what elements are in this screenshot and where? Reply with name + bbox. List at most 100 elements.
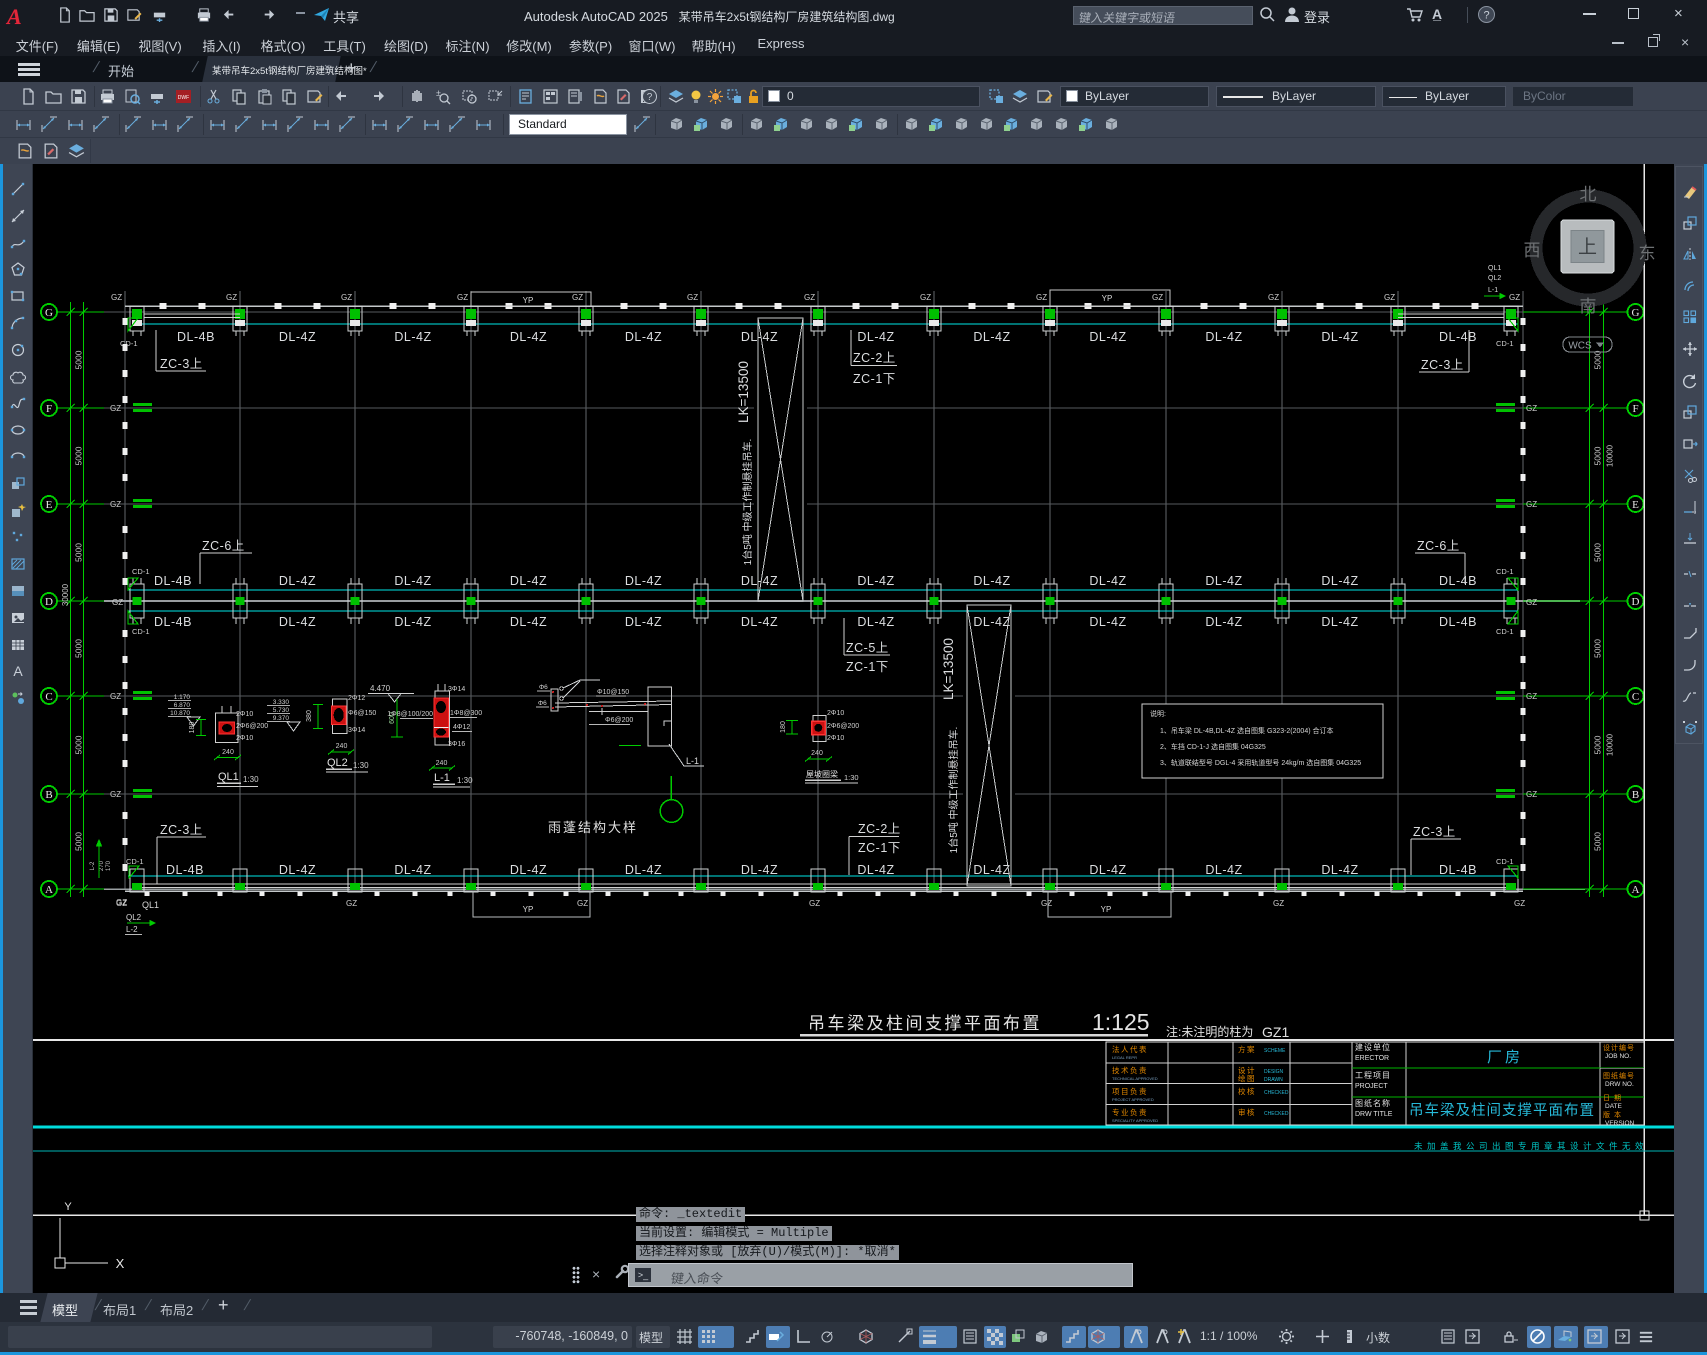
svg-text:厂房: 厂房 [1487,1049,1523,1066]
svg-text:GZ: GZ [1526,598,1537,607]
svg-text:项目负责: 项目负责 [1112,1086,1148,1096]
svg-text:DL-4Z: DL-4Z [857,330,894,344]
svg-text:DL-4Z: DL-4Z [625,615,662,629]
svg-text:Φ10@150: Φ10@150 [597,689,629,696]
svg-text:GZ: GZ [457,293,468,302]
svg-text:270: 270 [99,860,105,871]
svg-text:DL-4Z: DL-4Z [1205,330,1242,344]
svg-text:1Φ8@100/200: 1Φ8@100/200 [387,711,433,718]
svg-text:?: ? [647,92,653,103]
svg-text:30000: 30000 [61,583,70,606]
svg-text:DL-4B: DL-4B [1439,330,1477,344]
svg-text:GZ: GZ [110,790,121,799]
svg-text:GZ: GZ [572,293,583,302]
svg-text:建设单位: 建设单位 [1355,1042,1391,1052]
svg-text:SPECIALITY APPROVED: SPECIALITY APPROVED [1112,1118,1158,1123]
svg-text:DL-4Z: DL-4Z [1089,574,1126,588]
svg-text:10.870: 10.870 [170,710,190,717]
svg-text:LEGAL REPR: LEGAL REPR [1112,1055,1137,1060]
svg-text:DL-4Z: DL-4Z [973,330,1010,344]
svg-text:GZ: GZ [1526,500,1537,509]
svg-text:3Φ16: 3Φ16 [448,741,465,748]
svg-text:5000: 5000 [74,735,84,754]
svg-text:上: 上 [1578,236,1597,258]
svg-text:DL-4Z: DL-4Z [394,615,431,629]
svg-text:2Φ6@200: 2Φ6@200 [236,723,268,730]
svg-text:DL-4B: DL-4B [154,615,192,629]
svg-text:图纸编号: 图纸编号 [1603,1071,1635,1080]
svg-text:GZ: GZ [1041,899,1052,908]
svg-text:VERSION: VERSION [1605,1120,1635,1127]
svg-text:DL-4Z: DL-4Z [1089,615,1126,629]
svg-text:1台5吨 中级工作制悬挂吊车.: 1台5吨 中级工作制悬挂吊车. [741,439,754,566]
svg-text:5000: 5000 [74,446,84,465]
svg-text:DL-4Z: DL-4Z [510,615,547,629]
svg-text:法人代表: 法人代表 [1112,1044,1148,1054]
svg-text:10000: 10000 [1606,733,1615,756]
svg-text:DL-4Z: DL-4Z [279,574,316,588]
svg-text:南: 南 [1580,297,1597,316]
svg-text:YP: YP [523,905,534,914]
svg-text:2Φ12: 2Φ12 [348,695,365,702]
svg-text:未加盖我公司出图专用章其设计文件无效: 未加盖我公司出图专用章其设计文件无效 [1414,1141,1648,1151]
svg-text:DL-4B: DL-4B [166,863,204,877]
svg-text:F: F [46,403,52,415]
svg-text:G: G [45,307,53,319]
svg-text:240: 240 [222,749,234,756]
svg-text:JOB NO.: JOB NO. [1605,1053,1631,1060]
svg-text:E: E [1632,499,1639,511]
svg-text:Φ6: Φ6 [539,684,548,691]
svg-text:L-2: L-2 [90,861,96,870]
svg-text:Φ6: Φ6 [538,700,547,707]
svg-text:DL-4Z: DL-4Z [1089,330,1126,344]
svg-text:DWF: DWF [178,95,189,101]
svg-text:Φ6@200: Φ6@200 [605,717,633,724]
svg-text:注:未注明的柱为: 注:未注明的柱为 [1166,1024,1253,1039]
svg-text:日 期: 日 期 [1603,1094,1622,1102]
svg-text:2Φ10: 2Φ10 [827,735,844,742]
svg-text:DL-4Z: DL-4Z [1205,574,1242,588]
svg-text:C: C [1632,691,1639,703]
svg-text:DL-4Z: DL-4Z [625,863,662,877]
svg-text:DESIGN: DESIGN [1264,1069,1284,1075]
svg-text:?: ? [1483,10,1489,22]
svg-text:PROJECT: PROJECT [1355,1083,1388,1090]
svg-text:北: 北 [1580,185,1597,204]
svg-text:DL-4Z: DL-4Z [394,330,431,344]
svg-text:GZ: GZ [1526,790,1537,799]
svg-text:GZ: GZ [1152,293,1163,302]
svg-text:DL-4Z: DL-4Z [279,330,316,344]
svg-text:2Φ6@200: 2Φ6@200 [827,723,859,730]
svg-text:GZ: GZ [920,293,931,302]
svg-text:2Φ10: 2Φ10 [236,711,253,718]
svg-text:1台5吨 中级工作制悬挂吊车.: 1台5吨 中级工作制悬挂吊车. [947,727,960,854]
svg-text:GZ: GZ [226,293,237,302]
svg-text:4.470: 4.470 [370,684,391,693]
svg-text:ZC-3上: ZC-3上 [160,823,203,837]
svg-text:ZC-2上: ZC-2上 [853,351,896,365]
svg-text:5000: 5000 [74,350,84,369]
svg-text:170: 170 [106,860,112,871]
svg-text:3Φ14: 3Φ14 [348,727,365,734]
svg-text:DL-4Z: DL-4Z [625,574,662,588]
svg-text:QL1: QL1 [218,771,239,783]
svg-text:CD-1: CD-1 [1496,567,1514,576]
svg-text:GZ: GZ [804,293,815,302]
svg-text:PROJECT APPROVED: PROJECT APPROVED [1112,1097,1154,1102]
svg-text:L-1: L-1 [434,772,450,784]
svg-text:图纸名称: 图纸名称 [1355,1098,1391,1108]
svg-text:DL-4Z: DL-4Z [741,863,778,877]
svg-text:SCHEME: SCHEME [1264,1048,1286,1054]
svg-text:1:30: 1:30 [844,773,859,782]
svg-text:5000: 5000 [1593,446,1603,465]
svg-text:QL2: QL2 [327,757,348,769]
svg-text:ZC-2上: ZC-2上 [858,822,901,836]
svg-text:ZC-3上: ZC-3上 [1421,358,1464,372]
svg-text:240: 240 [336,743,348,750]
svg-text:10000: 10000 [1606,444,1615,467]
svg-text:GZ1: GZ1 [1262,1024,1289,1040]
svg-text:DL-4Z: DL-4Z [741,615,778,629]
svg-text:L-1: L-1 [1488,287,1498,294]
svg-text:DL-4B: DL-4B [154,574,192,588]
svg-text:5000: 5000 [74,832,84,851]
